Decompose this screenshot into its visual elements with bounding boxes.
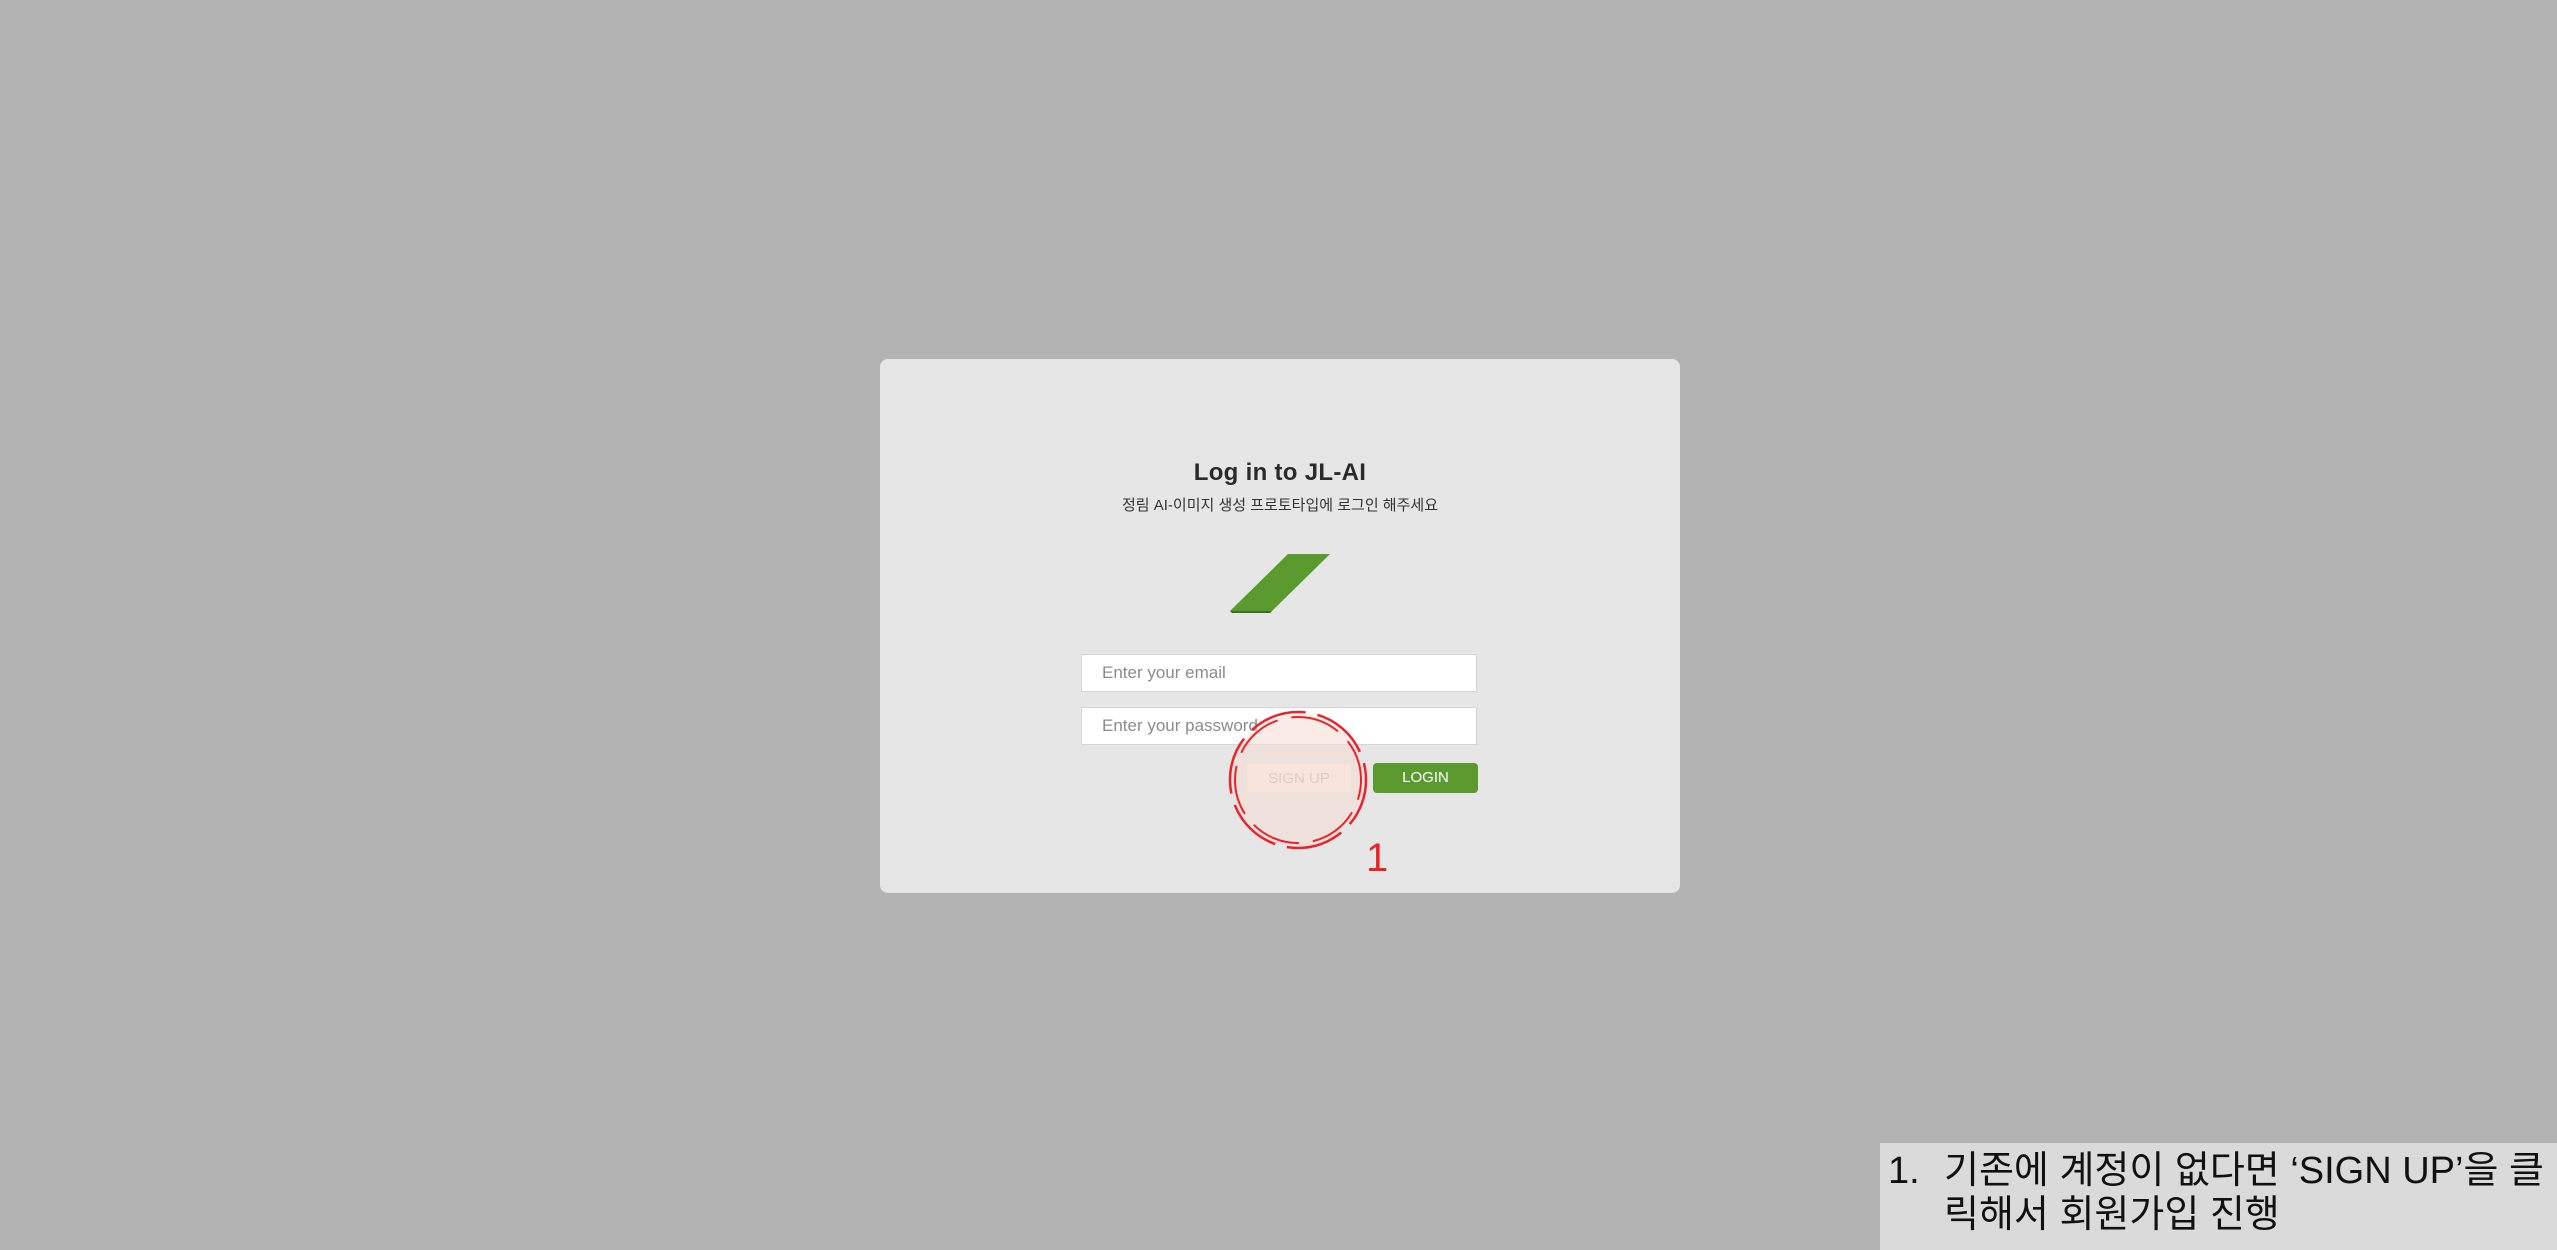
login-button[interactable]: LOGIN (1373, 763, 1478, 793)
screen: Log in to JL-AI 정림 AI-이미지 생성 프로토타입에 로그인 … (0, 0, 2557, 1250)
parallelogram-logo-icon (1230, 554, 1330, 613)
instruction-box: 1. 기존에 계정이 없다면 ‘SIGN UP’을 클릭해서 회원가입 진행 (1880, 1143, 2557, 1250)
step-marker-number: 1 (1366, 836, 1389, 880)
instruction-number: 1. (1888, 1150, 1920, 1192)
login-card: Log in to JL-AI 정림 AI-이미지 생성 프로토타입에 로그인 … (880, 359, 1680, 893)
password-field[interactable] (1081, 707, 1477, 745)
sign-up-button[interactable]: SIGN UP (1246, 763, 1352, 793)
email-field[interactable] (1081, 654, 1477, 692)
instruction-text: 기존에 계정이 없다면 ‘SIGN UP’을 클릭해서 회원가입 진행 (1944, 1150, 2544, 1236)
page-subtitle: 정림 AI-이미지 생성 프로토타입에 로그인 해주세요 (1121, 497, 1438, 514)
page-title: Log in to JL-AI (1193, 459, 1367, 486)
